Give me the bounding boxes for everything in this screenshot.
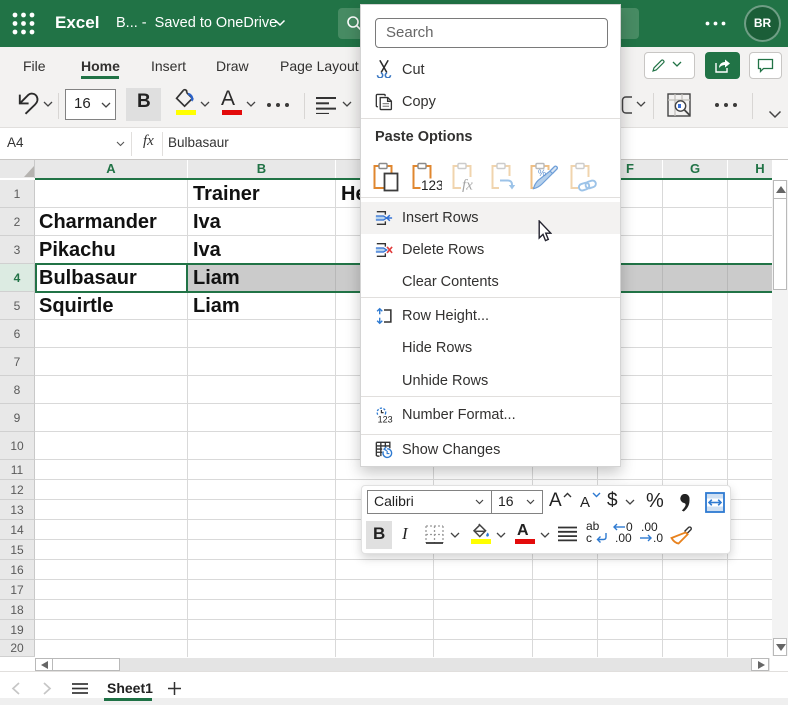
svg-text:123: 123: [421, 178, 442, 192]
svg-text:123: 123: [378, 414, 393, 424]
svg-text:%: %: [538, 168, 546, 178]
svg-text:fx: fx: [462, 178, 473, 193]
